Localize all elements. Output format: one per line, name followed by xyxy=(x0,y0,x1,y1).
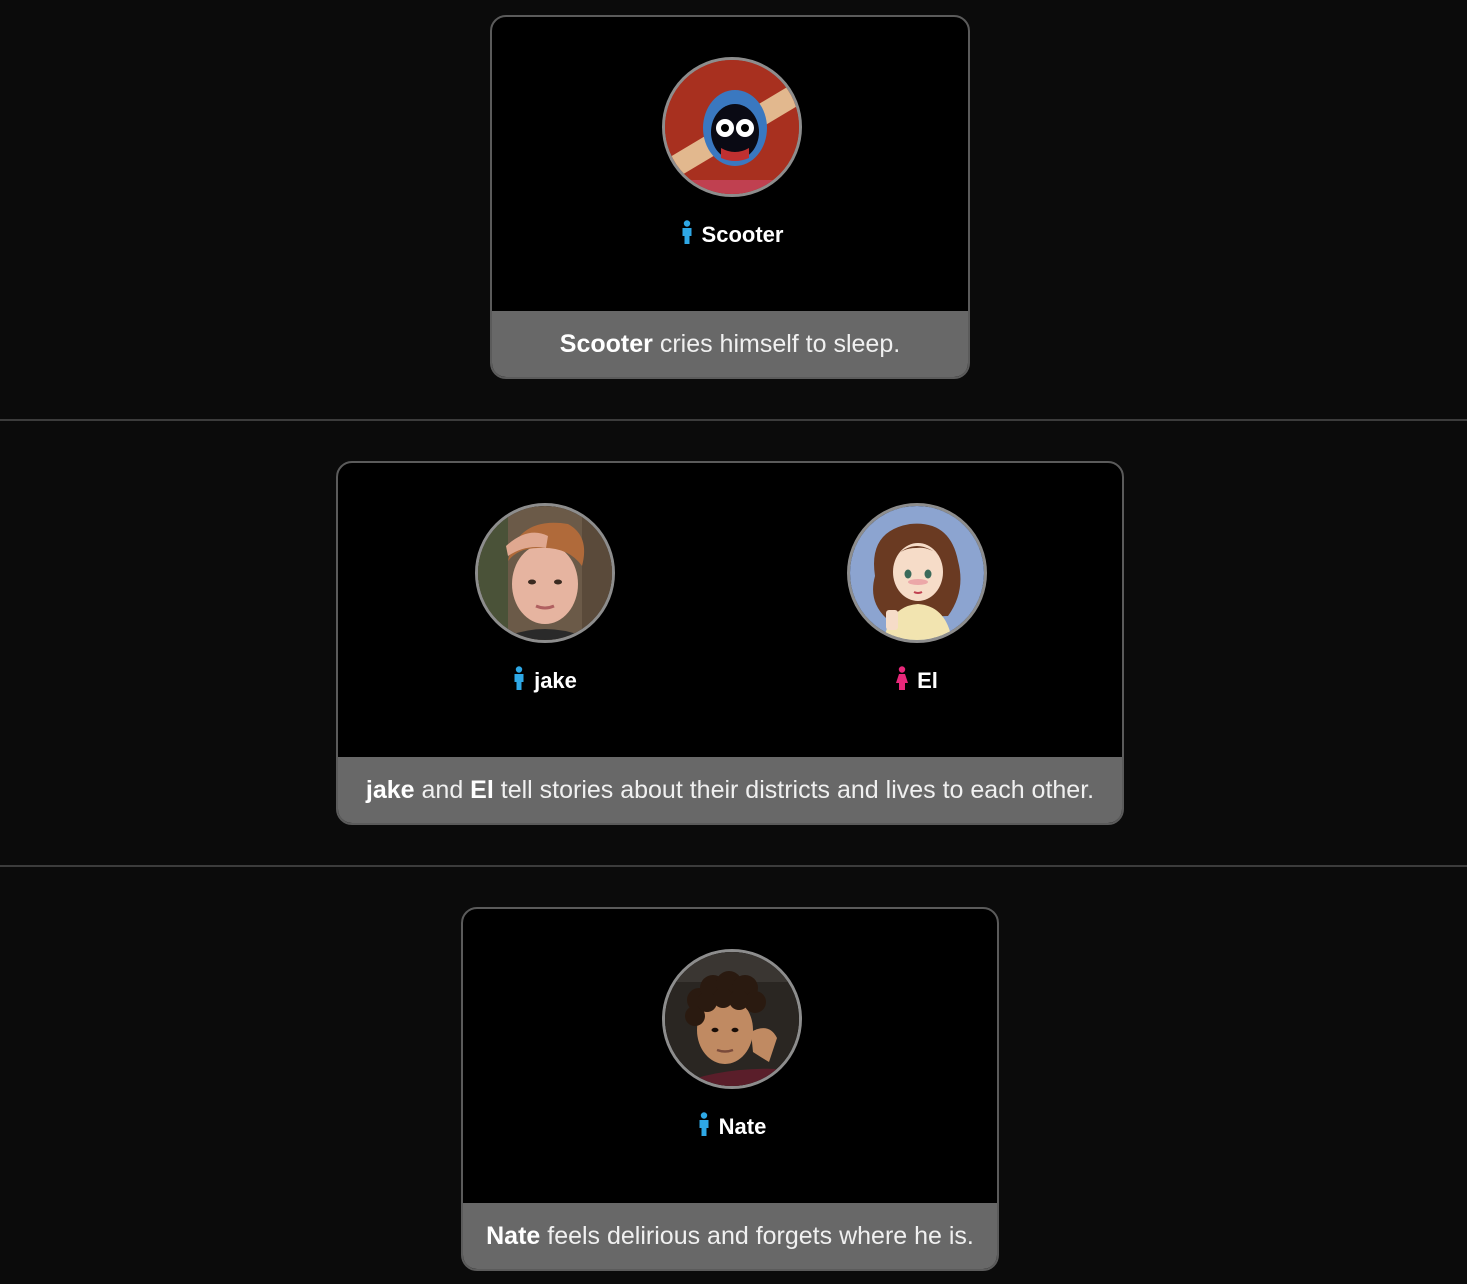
tribute-name-row: jake xyxy=(425,666,665,696)
event-card-1: Scooter Scooter cries himself to sleep. xyxy=(490,15,970,379)
event-card-3: Nate Nate feels delirious and forgets wh… xyxy=(461,907,999,1271)
male-icon xyxy=(698,1112,710,1142)
tribute: El xyxy=(797,503,1037,696)
male-icon xyxy=(513,666,525,696)
tribute-name: jake xyxy=(534,668,577,693)
boy-photo-avatar[interactable] xyxy=(475,503,615,643)
curly-hair-boy-image xyxy=(665,952,799,1086)
caption-text: tell stories about their districts and l… xyxy=(493,775,1095,804)
tribute-name: Scooter xyxy=(701,222,784,247)
tribute: Nate xyxy=(612,949,852,1142)
female-icon xyxy=(896,666,909,696)
caption-actor: El xyxy=(470,775,494,804)
tribute-row: jake El xyxy=(338,463,1122,757)
caption-joiner: and xyxy=(414,775,471,804)
tribute-name-row: El xyxy=(797,666,1037,696)
male-icon xyxy=(681,220,693,250)
event-caption: Scooter cries himself to sleep. xyxy=(492,311,968,377)
tribute-row: Nate xyxy=(463,909,997,1203)
event-divider xyxy=(0,865,1467,867)
anime-girl-image xyxy=(850,506,984,640)
tribute-row: Scooter xyxy=(492,17,968,311)
caption-text: feels delirious and forgets where he is. xyxy=(540,1221,974,1250)
event-divider xyxy=(0,419,1467,421)
event-caption: jake and El tell stories about their dis… xyxy=(338,757,1122,823)
event-card-2: jake El jake and El tell stories about t… xyxy=(336,461,1124,825)
boy-photo-image xyxy=(478,506,612,640)
caption-actor: Nate xyxy=(486,1221,541,1250)
tribute-name-row: Scooter xyxy=(612,220,852,250)
caption-actor: jake xyxy=(365,775,415,804)
tribute-name: El xyxy=(917,668,938,693)
caption-text: cries himself to sleep. xyxy=(652,329,901,358)
tribute: Scooter xyxy=(612,57,852,250)
tribute-name-row: Nate xyxy=(612,1112,852,1142)
tribute-name: Nate xyxy=(718,1114,767,1139)
caption-actor: Scooter xyxy=(559,329,653,358)
hooded-character-avatar[interactable] xyxy=(662,57,802,197)
anime-girl-avatar[interactable] xyxy=(847,503,987,643)
hooded-character-image xyxy=(665,60,799,194)
curly-hair-boy-avatar[interactable] xyxy=(662,949,802,1089)
tribute: jake xyxy=(425,503,665,696)
event-caption: Nate feels delirious and forgets where h… xyxy=(463,1203,997,1269)
